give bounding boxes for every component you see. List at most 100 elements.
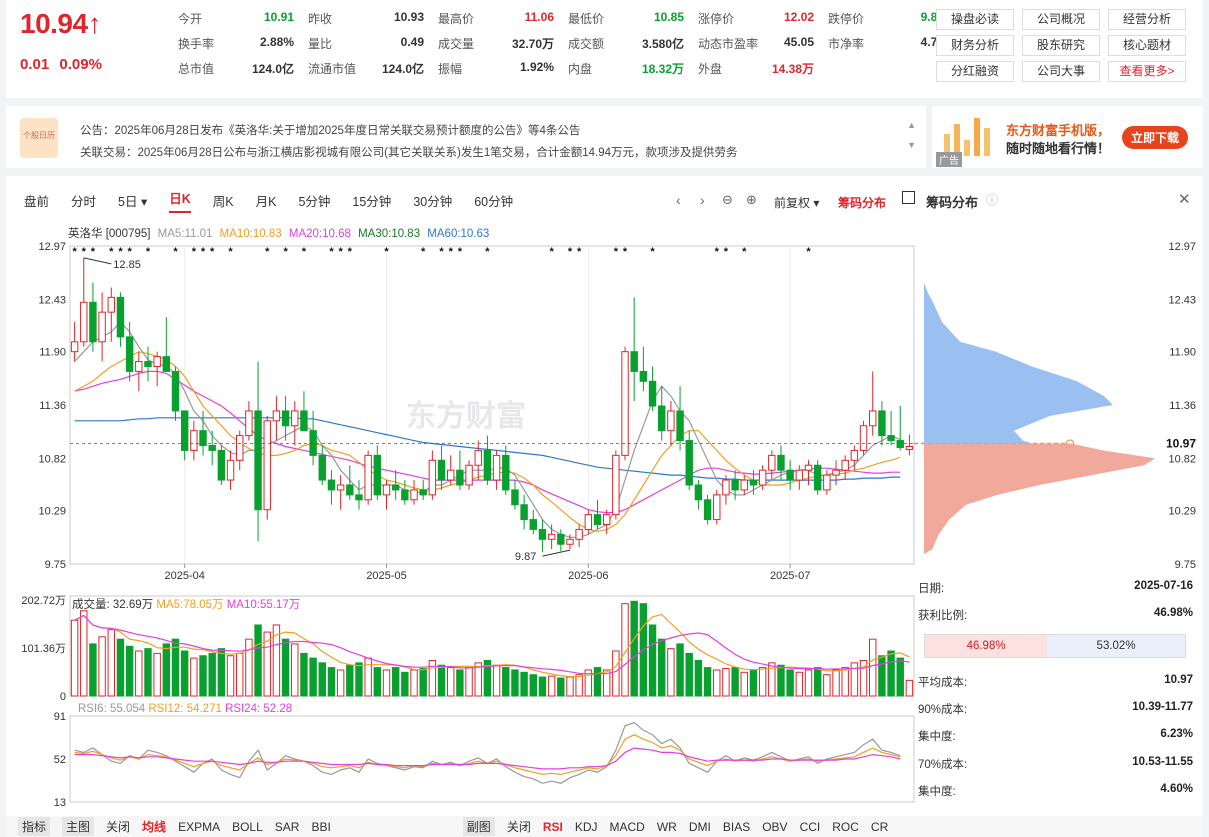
quote-button[interactable]: 公司概况	[1022, 9, 1100, 30]
quote-button[interactable]: 公司大事	[1022, 61, 1100, 82]
volume-bar	[658, 638, 666, 697]
quote-cell: 最低价 10.85	[568, 10, 698, 27]
volume-bar	[382, 669, 391, 697]
volume-bar	[685, 652, 693, 697]
event-marker: *	[201, 246, 206, 258]
volume-bar	[795, 671, 804, 697]
candle-body	[630, 351, 638, 372]
sub-indicator-tab[interactable]: ROC	[832, 820, 859, 834]
quote-label: 跌停价	[828, 11, 865, 26]
volume-bar	[529, 674, 537, 697]
volume-bar	[896, 657, 904, 697]
candle-body	[749, 479, 758, 486]
volume-bar	[511, 669, 519, 697]
candle-body	[355, 494, 363, 501]
sub-indicator-tab[interactable]: MACD	[610, 820, 645, 834]
quote-value: 10.93	[393, 9, 424, 24]
candle-body	[667, 410, 675, 432]
chip-profit: 46.98%	[1153, 607, 1193, 619]
notice-related-trade[interactable]: 关联交易：2025年06月28日公布与浙江横店影视城有限公司(其它关联关系)发生…	[80, 144, 738, 160]
quote-label: 量比	[308, 36, 333, 51]
scroll-up-icon[interactable]: ▲	[907, 120, 916, 130]
scroll-down-icon[interactable]: ▼	[907, 140, 916, 150]
candle-body	[70, 341, 79, 353]
candle-body	[391, 484, 400, 491]
notice-announcement[interactable]: 公告：2025年06月28日发布《英洛华:关于增加2025年度日常关联交易预计额…	[80, 122, 580, 138]
indicator-tab: 指标	[18, 817, 51, 836]
quote-button[interactable]: 财务分析	[936, 35, 1014, 56]
chip-avg: 10.97	[1164, 674, 1193, 686]
quote-button[interactable]: 分红融资	[936, 61, 1014, 82]
volume-bar	[786, 669, 794, 697]
calendar-icon[interactable]: 个股日历	[20, 118, 58, 158]
candle-body	[153, 356, 161, 367]
event-marker: *	[577, 246, 582, 258]
sub-indicator-tab[interactable]: RSI	[543, 820, 563, 834]
quote-label: 振幅	[438, 61, 463, 76]
candle-body	[520, 504, 528, 521]
kline-chart[interactable]: 12.97 12.97 12.43 12.43 11.90 11.90 11.36 11.36…	[6, 176, 1203, 816]
download-button[interactable]: 立即下载	[1122, 126, 1189, 149]
current-price: 10.94↑	[20, 8, 102, 39]
event-marker: *	[421, 246, 426, 258]
quote-value: 2.88%	[259, 34, 294, 49]
quote-value: 10.91	[263, 9, 294, 24]
volume-bar	[162, 643, 171, 697]
volume-bar	[676, 643, 684, 697]
quote-value: 45.05	[783, 34, 814, 49]
sub-indicator-tab[interactable]: WR	[657, 820, 677, 834]
quote-row: 总市值 124.0亿 流通市值 124.0亿 振幅 1.92% 内盘 18.32万 外盘 14.3…	[178, 58, 958, 78]
quote-value: 124.0亿	[381, 61, 424, 76]
profit-ratio-bar: 46.98% 53.02%	[924, 634, 1186, 658]
indicator-tab[interactable]: BOLL	[232, 820, 263, 834]
chip-conc2: 4.60%	[1160, 783, 1193, 795]
quote-button[interactable]: 经营分析	[1108, 9, 1186, 30]
event-marker: *	[614, 246, 619, 258]
rsi6: RSI6: 55.054	[78, 703, 148, 715]
sub-indicator-tab[interactable]: CCI	[800, 820, 821, 834]
ad-title: 东方财富手机版，	[1006, 123, 1111, 138]
candle-body	[878, 410, 886, 437]
volume-bar	[813, 667, 822, 697]
candle-body	[236, 435, 244, 461]
candle-body	[428, 459, 437, 496]
indicator-tab[interactable]: 均线	[142, 818, 166, 835]
candle-body	[410, 489, 418, 501]
sub-indicator-tab[interactable]: BIAS	[723, 820, 750, 834]
quote-button[interactable]: 查看更多>	[1108, 61, 1186, 82]
indicator-tab[interactable]: 关闭	[106, 818, 130, 835]
chip-profile-profit	[924, 443, 1155, 555]
indicator-tab[interactable]: EXPMA	[178, 820, 220, 834]
candle-body	[135, 361, 143, 372]
sub-indicator-tab[interactable]: KDJ	[575, 820, 598, 834]
indicator-tab[interactable]: 主图	[62, 817, 95, 836]
indicator-tab[interactable]: SAR	[275, 820, 300, 834]
volume-bar	[272, 624, 281, 697]
indicator-tab[interactable]: BBI	[311, 820, 330, 834]
candle-body	[492, 454, 501, 481]
candle-body	[575, 528, 583, 540]
quote-label: 最低价	[568, 11, 605, 26]
quote-cell: 最高价 11.06	[438, 10, 568, 27]
chip-date-row: 日期: 2025-07-16	[918, 580, 1193, 596]
quote-button[interactable]: 操盘必读	[936, 9, 1014, 30]
sub-indicator-tab: 副图	[462, 817, 495, 836]
volume-bar	[89, 643, 97, 697]
event-marker: *	[302, 246, 307, 258]
event-marker: *	[568, 246, 573, 258]
quote-button[interactable]: 核心题材	[1108, 35, 1186, 56]
price-tick: 10.82	[38, 453, 66, 465]
quote-button[interactable]: 股东研究	[1022, 35, 1100, 56]
sub-indicator-tab[interactable]: OBV	[762, 820, 787, 834]
sub-indicator-tab[interactable]: CR	[871, 820, 888, 834]
candle-body	[474, 449, 482, 466]
change-pct: 0.09%	[59, 56, 102, 73]
quote-value: 12.02	[783, 9, 814, 24]
rsi12: RSI12: 54.271	[148, 703, 225, 715]
volume-bar	[180, 650, 189, 697]
quote-label: 总市值	[178, 61, 215, 76]
sub-indicator-tab[interactable]: 关闭	[507, 818, 531, 835]
sub-indicator-tab[interactable]: DMI	[689, 820, 711, 834]
price-tick-right: 10.82	[1168, 453, 1196, 465]
ad-banner[interactable]: 东方财富手机版， 随时随地看行情！ 立即下载 广告	[932, 106, 1203, 168]
